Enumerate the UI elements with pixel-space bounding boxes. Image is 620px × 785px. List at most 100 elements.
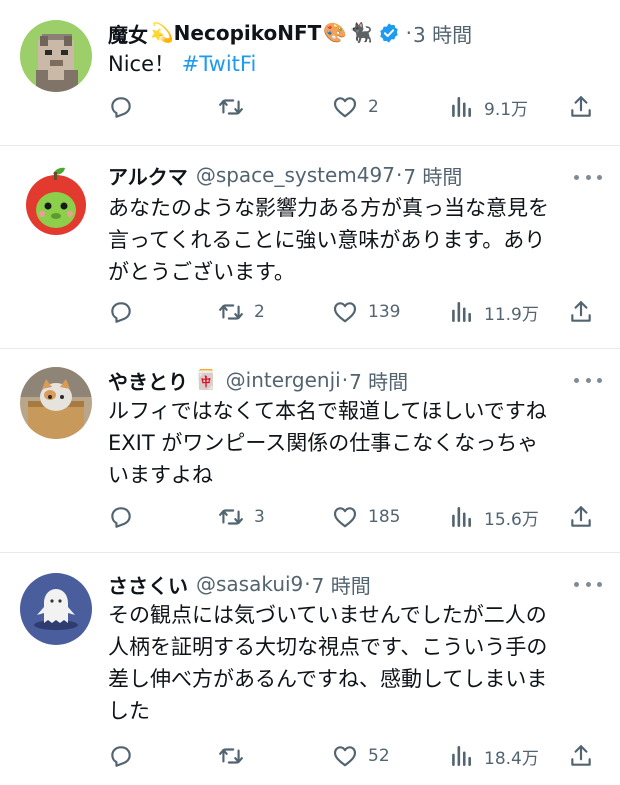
cat-in-box-avatar-icon <box>20 367 92 439</box>
like-icon <box>332 504 358 530</box>
avatar[interactable] <box>20 573 92 645</box>
tweet-text-line: いますよね <box>108 463 213 487</box>
reply-icon <box>108 504 134 530</box>
views-button[interactable]: 11.9万 <box>448 297 539 327</box>
views-count: 18.4万 <box>484 748 539 769</box>
views-button[interactable]: 18.4万 <box>448 741 539 771</box>
apple-character-avatar-icon <box>20 164 92 236</box>
share-icon <box>568 299 594 325</box>
reply-icon <box>108 743 134 769</box>
tweet[interactable]: ささくい @sasakui9 · 7 時間 その観点には気づいていませんでしたが… <box>0 553 620 785</box>
sparkle-emoji-icon: 💫 <box>150 21 174 44</box>
reply-button[interactable] <box>108 502 134 532</box>
timestamp[interactable]: 7 時間 <box>312 570 371 599</box>
tweet-text-line: 言ってくれることに強い意味があります。あり <box>108 228 546 252</box>
like-icon <box>332 94 358 120</box>
display-name[interactable]: ささくい <box>108 570 188 599</box>
reply-button[interactable] <box>108 741 134 771</box>
like-count: 139 <box>368 302 401 322</box>
more-icon <box>574 174 579 180</box>
tweet-text-line: 差し伸べ方があるんですね、感動してしまいま <box>108 667 548 691</box>
tweet-text: その観点には気づいていませんでしたが二人の 人柄を証明する大切な視点です、こうい… <box>108 599 598 727</box>
share-button[interactable] <box>568 502 594 532</box>
timestamp[interactable]: 7 時間 <box>349 366 408 395</box>
avatar[interactable] <box>20 20 92 92</box>
share-button[interactable] <box>568 297 594 327</box>
display-name-text: 魔女 <box>108 22 148 47</box>
share-button[interactable] <box>568 92 594 122</box>
retweet-icon <box>218 299 244 325</box>
views-button[interactable]: 9.1万 <box>448 92 528 122</box>
retweet-icon <box>218 743 244 769</box>
like-count: 52 <box>368 746 390 766</box>
tweet-text-line: EXIT がワンピース関係の仕事こなくなっちゃ <box>108 431 539 455</box>
tweet-text: ルフィではなくて本名で報道してほしいですね EXIT がワンピース関係の仕事こな… <box>108 395 598 491</box>
user-handle[interactable]: @space_system497 <box>196 163 395 187</box>
views-icon <box>448 743 474 769</box>
views-icon <box>448 504 474 530</box>
user-handle[interactable]: @intergenji <box>226 368 341 392</box>
more-options-button[interactable] <box>574 172 602 182</box>
verified-badge-icon <box>379 23 398 43</box>
like-button[interactable]: 2 <box>332 92 379 122</box>
hashtag-link[interactable]: #TwitFi <box>182 52 257 76</box>
like-count: 2 <box>368 97 379 117</box>
share-icon <box>568 94 594 120</box>
tweet-text-line: Nice！ <box>108 52 176 76</box>
tweet-text: Nice！ #TwitFi <box>108 48 598 80</box>
like-count: 185 <box>368 507 401 527</box>
reply-icon <box>108 299 134 325</box>
tweet-text: あなたのような影響力ある方が真っ当な意見を 言ってくれることに強い意味があります… <box>108 192 598 288</box>
retweet-button[interactable] <box>218 741 244 771</box>
like-button[interactable]: 139 <box>332 297 400 327</box>
tweet-text-line: がとうございます。 <box>108 260 295 284</box>
mahjong-emoji-icon: 🀄 <box>194 368 218 391</box>
share-button[interactable] <box>568 741 594 771</box>
like-icon <box>332 299 358 325</box>
timestamp[interactable]: 3 時間 <box>413 19 472 48</box>
timestamp[interactable]: 7 時間 <box>403 161 462 190</box>
display-name[interactable]: 魔女 💫 NecopikoNFT 🎨 🐈‍⬛ <box>108 19 373 48</box>
tweet-text-line: した <box>108 699 150 723</box>
action-bar: 2 9.1万 <box>104 92 604 122</box>
like-button[interactable]: 52 <box>332 741 390 771</box>
separator-dot: · <box>405 21 412 45</box>
retweet-icon <box>218 94 244 120</box>
share-icon <box>568 504 594 530</box>
palette-emoji-icon: 🎨 <box>323 21 347 44</box>
reply-button[interactable] <box>108 297 134 327</box>
retweet-button[interactable] <box>218 92 244 122</box>
avatar[interactable] <box>20 164 92 236</box>
views-button[interactable]: 15.6万 <box>448 502 539 532</box>
retweet-count: 3 <box>254 507 265 527</box>
reply-button[interactable] <box>108 92 134 122</box>
share-icon <box>568 743 594 769</box>
more-options-button[interactable] <box>574 375 602 385</box>
reply-icon <box>108 94 134 120</box>
views-icon <box>448 299 474 325</box>
separator-dot: · <box>341 368 349 392</box>
display-name[interactable]: アルクマ <box>108 161 188 190</box>
action-bar: 2 139 11.9万 <box>104 297 604 327</box>
action-bar: 52 18.4万 <box>104 741 604 771</box>
views-count: 9.1万 <box>484 99 529 120</box>
tweet[interactable]: アルクマ @space_system497 · 7 時間 あなたのような影響力あ… <box>0 146 620 348</box>
retweet-count: 2 <box>254 302 265 322</box>
more-icon <box>574 581 579 587</box>
black-cat-emoji-icon: 🐈‍⬛ <box>348 21 373 44</box>
action-bar: 3 185 15.6万 <box>104 502 604 532</box>
user-handle[interactable]: @sasakui9 <box>196 572 303 596</box>
tweet[interactable]: 魔女 💫 NecopikoNFT 🎨 🐈‍⬛ · 3 時間 Nice！ #Twi… <box>0 0 620 145</box>
like-icon <box>332 743 358 769</box>
tweet[interactable]: やきとり 🀄 @intergenji · 7 時間 ルフィではなくて本名で報道し… <box>0 349 620 552</box>
display-name[interactable]: やきとり 🀄 <box>108 366 218 395</box>
more-options-button[interactable] <box>574 579 602 589</box>
like-button[interactable]: 185 <box>332 502 400 532</box>
separator-dot: · <box>304 572 311 596</box>
display-name-text: やきとり <box>108 369 188 394</box>
pixel-avatar-icon <box>20 20 92 92</box>
retweet-button[interactable]: 3 <box>218 502 265 532</box>
avatar[interactable] <box>20 367 92 439</box>
views-count: 11.9万 <box>484 304 539 325</box>
retweet-button[interactable]: 2 <box>218 297 265 327</box>
